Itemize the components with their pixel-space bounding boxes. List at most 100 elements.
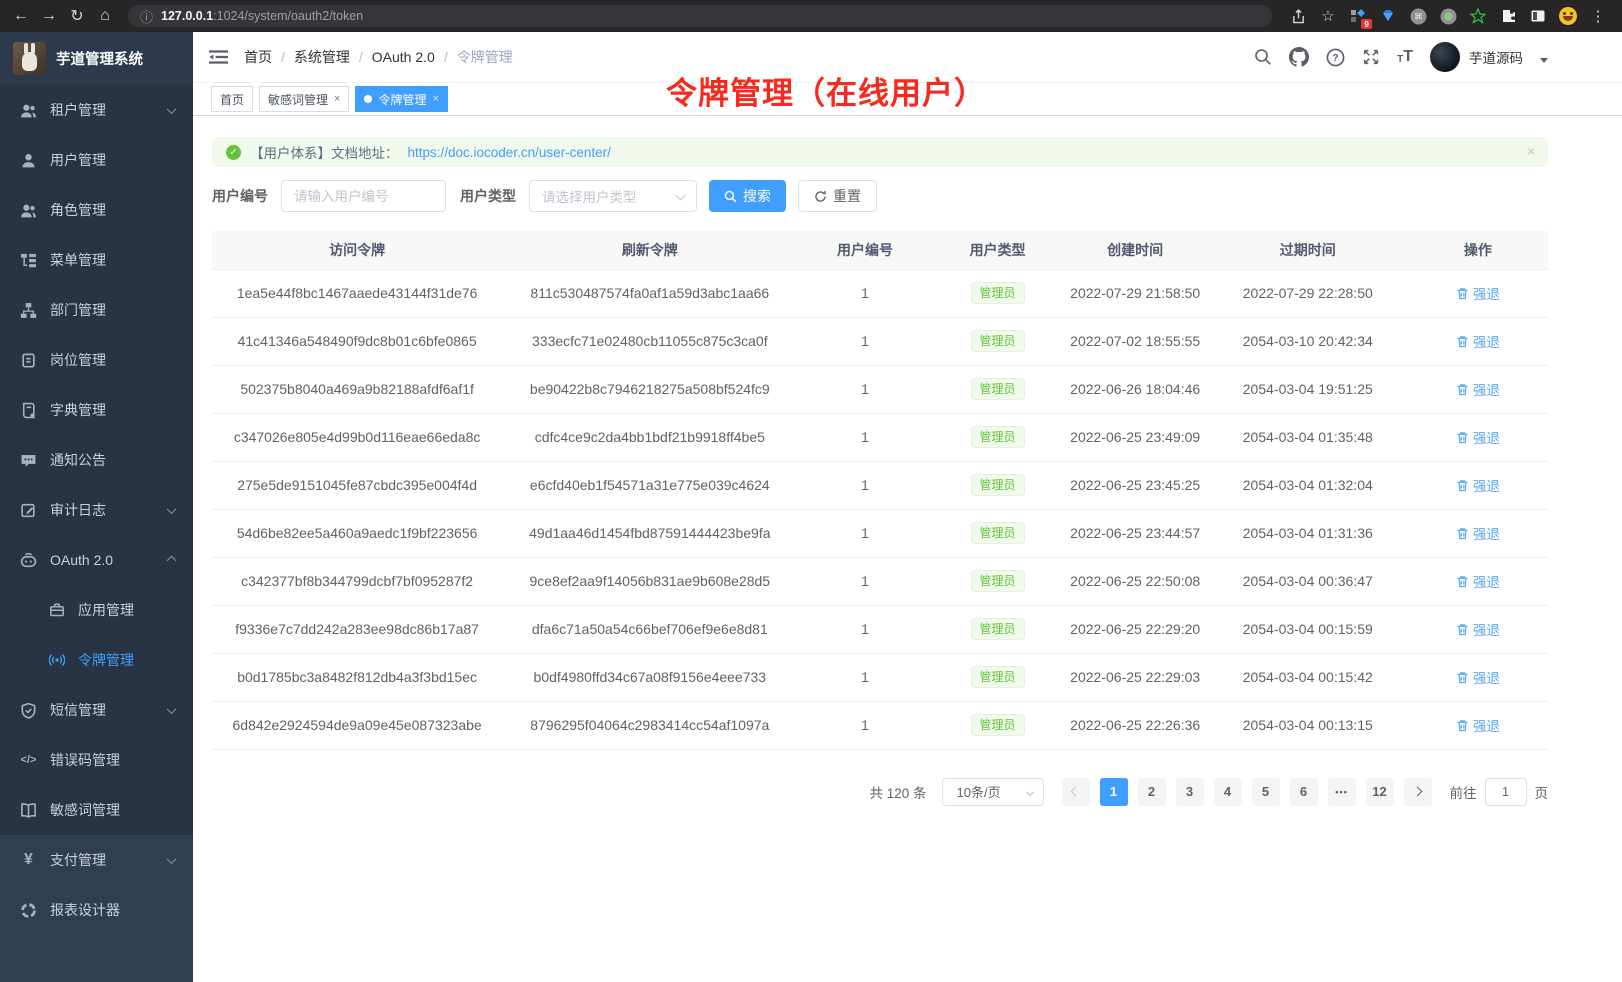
table-header-row: 访问令牌 刷新令牌 用户编号 用户类型 创建时间 过期时间 操作 <box>212 231 1548 269</box>
sidebar-item-pay[interactable]: ¥ 支付管理 <box>0 835 193 885</box>
sidebar-item-post[interactable]: 岗位管理 <box>0 335 193 385</box>
page-button-2[interactable]: 2 <box>1138 778 1166 806</box>
refresh-token: e6cfd40eb1f54571a31e775e039c4624 <box>502 461 797 509</box>
sidebar-item-notice[interactable]: 通知公告 <box>0 435 193 485</box>
browser-menu-icon[interactable]: ⋮ <box>1588 6 1608 26</box>
menu-tree-icon <box>20 252 37 269</box>
force-logout-button[interactable]: 强退 <box>1456 667 1500 687</box>
share-icon[interactable] <box>1288 6 1308 26</box>
access-token: c342377bf8b344799dcbf7bf095287f2 <box>212 557 502 605</box>
user-type-cell: 管理员 <box>933 653 1063 701</box>
annotation-title: 令牌管理（在线用户） <box>666 68 986 113</box>
force-logout-label: 强退 <box>1473 667 1500 687</box>
sidebar-item-user[interactable]: 用户管理 <box>0 135 193 185</box>
sidebar-item-dict[interactable]: 字典管理 <box>0 385 193 435</box>
user-avatar[interactable] <box>1430 42 1460 72</box>
prev-page-button[interactable] <box>1062 778 1090 806</box>
sidebar-item-errcode[interactable]: </> 错误码管理 <box>0 735 193 785</box>
record-extension-icon[interactable] <box>1438 6 1458 26</box>
page-button-3[interactable]: 3 <box>1176 778 1204 806</box>
user-id-input[interactable] <box>281 180 446 212</box>
next-page-button[interactable] <box>1404 778 1432 806</box>
sidebar-item-audit-log[interactable]: 审计日志 <box>0 485 193 535</box>
close-icon[interactable]: × <box>432 93 438 105</box>
star-extension-icon[interactable] <box>1468 6 1488 26</box>
search-button[interactable]: 搜索 <box>709 180 786 212</box>
page-button-4[interactable]: 4 <box>1214 778 1242 806</box>
puzzle-extensions-icon[interactable] <box>1498 6 1518 26</box>
search-icon[interactable] <box>1254 48 1272 66</box>
force-logout-button[interactable]: 强退 <box>1456 619 1500 639</box>
force-logout-button[interactable]: 强退 <box>1456 715 1500 735</box>
command-extension-icon[interactable]: ⌘ <box>1408 6 1428 26</box>
user-type-select[interactable]: 请选择用户类型 <box>529 180 697 212</box>
col-access-token: 访问令牌 <box>212 231 502 269</box>
app-logo[interactable]: 芋道管理系统 <box>0 32 193 85</box>
sidebar-item-menu[interactable]: 菜单管理 <box>0 235 193 285</box>
site-info-icon[interactable]: ⓘ <box>140 7 153 26</box>
help-icon[interactable]: ? <box>1326 48 1345 67</box>
font-size-icon[interactable]: TT <box>1397 49 1413 65</box>
tab-sensitive-words[interactable]: 敏感词管理 × <box>259 86 349 112</box>
sidebar-item-oauth-token[interactable]: 令牌管理 <box>0 635 193 685</box>
tab-token-management[interactable]: 令牌管理 × <box>355 86 447 112</box>
breadcrumb-home[interactable]: 首页 <box>244 47 272 67</box>
force-logout-button[interactable]: 强退 <box>1456 571 1500 591</box>
sidebar-item-dept[interactable]: 部门管理 <box>0 285 193 335</box>
page-button-6[interactable]: 6 <box>1290 778 1318 806</box>
col-refresh-token: 刷新令牌 <box>502 231 797 269</box>
oauth-robot-icon <box>20 552 37 569</box>
close-icon[interactable]: × <box>334 93 340 105</box>
bookmark-star-icon[interactable]: ☆ <box>1318 6 1338 26</box>
forward-icon[interactable]: → <box>36 3 62 29</box>
address-bar[interactable]: ⓘ 127.0.0.1:1024/system/oauth2/token <box>128 5 1272 27</box>
breadcrumb-system[interactable]: 系统管理 <box>294 47 350 67</box>
sidebar-item-label: 令牌管理 <box>78 650 179 670</box>
breadcrumb-oauth[interactable]: OAuth 2.0 <box>372 49 435 65</box>
extension-grid-icon[interactable]: 9 <box>1348 6 1368 26</box>
sidebar-item-oauth[interactable]: OAuth 2.0 <box>0 535 193 585</box>
caret-down-icon[interactable] <box>1540 58 1548 63</box>
user-id: 1 <box>797 605 932 653</box>
col-create-time: 创建时间 <box>1063 231 1208 269</box>
goto-suffix: 页 <box>1535 782 1549 802</box>
tab-home[interactable]: 首页 <box>211 86 253 112</box>
force-logout-button[interactable]: 强退 <box>1456 475 1500 495</box>
page-list: 1 2 3 4 5 6 ••• 12 <box>1062 778 1432 806</box>
profile-avatar-icon[interactable] <box>1558 6 1578 26</box>
gem-extension-icon[interactable] <box>1378 6 1398 26</box>
reset-button[interactable]: 重置 <box>798 180 877 212</box>
doc-link[interactable]: https://doc.iocoder.cn/user-center/ <box>408 145 611 160</box>
force-logout-button[interactable]: 强退 <box>1456 283 1500 303</box>
page-button-12[interactable]: 12 <box>1366 778 1394 806</box>
sidebar-item-tenant[interactable]: 租户管理 <box>0 85 193 135</box>
github-icon[interactable] <box>1289 47 1309 67</box>
page-button-5[interactable]: 5 <box>1252 778 1280 806</box>
reload-icon[interactable]: ↻ <box>64 3 90 29</box>
user-type-badge: 管理员 <box>971 330 1025 352</box>
force-logout-button[interactable]: 强退 <box>1456 427 1500 447</box>
refresh-token: 49d1aa46d1454fbd87591444423be9fa <box>502 509 797 557</box>
breadcrumb-separator: / <box>359 49 363 65</box>
sidebar-item-oauth-app[interactable]: 应用管理 <box>0 585 193 635</box>
page-size-select[interactable]: 10条/页 <box>942 778 1044 806</box>
sidebar-item-label: 支付管理 <box>50 850 155 870</box>
sidebar-item-role[interactable]: 角色管理 <box>0 185 193 235</box>
sidebar-toggle-icon[interactable] <box>1528 6 1548 26</box>
sidebar-item-report-designer[interactable]: 报表设计器 <box>0 885 193 935</box>
sidebar-collapse-icon[interactable] <box>209 49 228 65</box>
home-icon[interactable]: ⌂ <box>92 3 118 29</box>
force-logout-button[interactable]: 强退 <box>1456 379 1500 399</box>
force-logout-button[interactable]: 强退 <box>1456 523 1500 543</box>
message-icon <box>20 452 37 469</box>
sidebar-item-sensitive[interactable]: 敏感词管理 <box>0 785 193 835</box>
force-logout-button[interactable]: 强退 <box>1456 331 1500 351</box>
page-button-1[interactable]: 1 <box>1100 778 1128 806</box>
goto-page-input[interactable] <box>1485 778 1527 806</box>
fullscreen-icon[interactable] <box>1362 48 1380 66</box>
action-cell: 强退 <box>1408 365 1548 413</box>
alert-close-icon[interactable]: × <box>1527 144 1535 158</box>
back-icon[interactable]: ← <box>8 3 34 29</box>
sidebar-item-sms[interactable]: 短信管理 <box>0 685 193 735</box>
more-pages-button[interactable]: ••• <box>1328 778 1356 806</box>
